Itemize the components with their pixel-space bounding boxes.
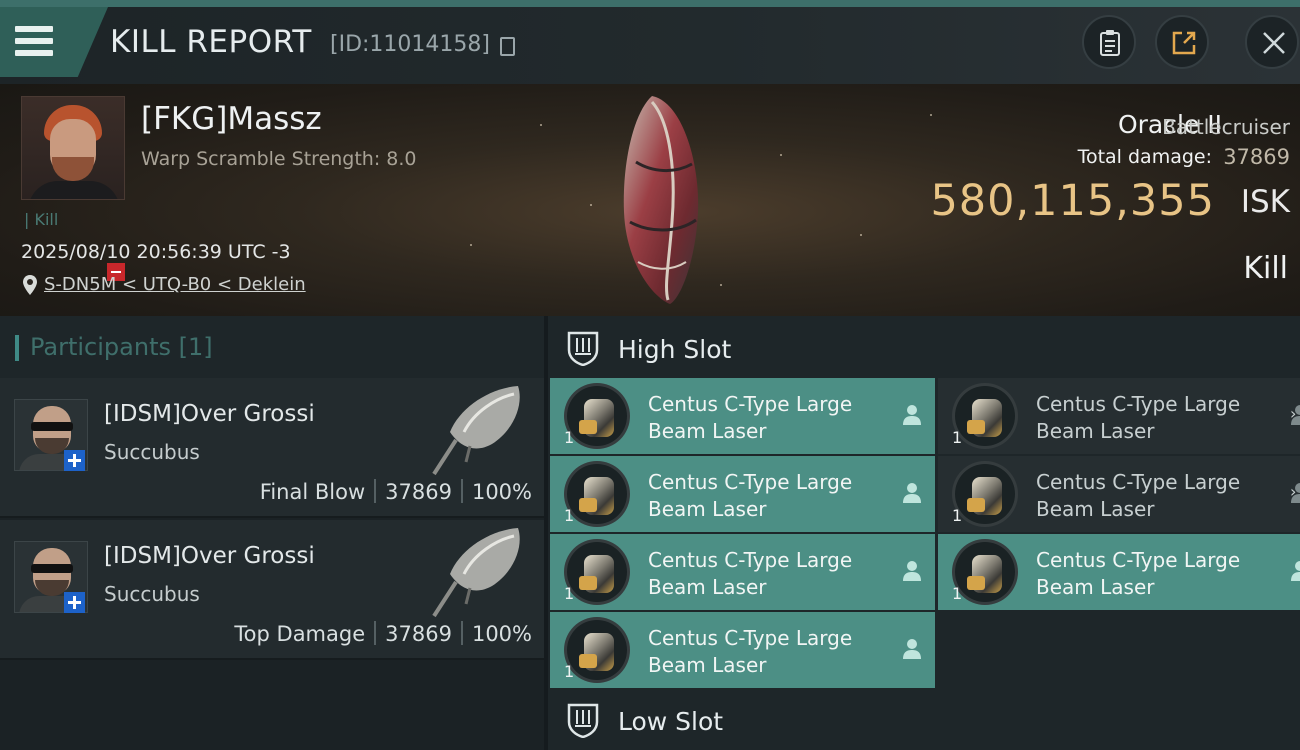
- high-slot-header[interactable]: High Slot: [548, 316, 1300, 378]
- report-id: [ID:11014158]: [330, 32, 490, 57]
- victim-name[interactable]: [FKG]Massz: [141, 101, 322, 137]
- participant-damage: 37869: [385, 622, 452, 646]
- module-name-line1: Centus C-Type Large: [1036, 470, 1241, 494]
- location-link[interactable]: S-DN5M < UTQ-B0 < Deklein: [44, 274, 306, 295]
- top-accent-line: [0, 0, 1300, 7]
- user-icon: [903, 405, 921, 425]
- total-damage-value: 37869: [1223, 145, 1290, 169]
- module-tile[interactable]: 1 Centus C-Type Large Beam Laser: [550, 612, 935, 688]
- victim-banner: [FKG]Massz Warp Scramble Strength: 8.0 |…: [0, 84, 1300, 316]
- copy-icon[interactable]: [500, 37, 515, 56]
- isk-unit: ISK: [1240, 184, 1290, 220]
- participants-title: Participants [1]: [30, 333, 213, 361]
- module-tile[interactable]: 1 Centus C-Type Large Beam Laser: [938, 378, 1300, 454]
- module-name-line2: Beam Laser: [1036, 575, 1155, 599]
- module-name: Centus C-Type Large Beam Laser: [648, 469, 888, 523]
- scroll-arrow-icon[interactable]: ›: [1290, 404, 1296, 423]
- module-tile[interactable]: 1 Centus C-Type Large Beam Laser: [550, 378, 935, 454]
- participant-row[interactable]: [IDSM]Over Grossi Succubus Final Blow 378…: [0, 378, 544, 518]
- module-name-line2: Beam Laser: [648, 653, 767, 677]
- module-name-line1: Centus C-Type Large: [1036, 548, 1241, 572]
- low-slot-title: Low Slot: [618, 707, 724, 736]
- module-quantity: 1: [564, 506, 575, 525]
- module-name-line1: Centus C-Type Large: [1036, 392, 1241, 416]
- module-name-line2: Beam Laser: [648, 497, 767, 521]
- module-name-line2: Beam Laser: [1036, 497, 1155, 521]
- module-name-line2: Beam Laser: [1036, 419, 1155, 443]
- module-name-line1: Centus C-Type Large: [648, 392, 853, 416]
- module-name-line2: Beam Laser: [648, 419, 767, 443]
- module-name-line1: Centus C-Type Large: [648, 548, 853, 572]
- participant-role: Top Damage: [234, 622, 366, 646]
- victim-stat: Warp Scramble Strength: 8.0: [141, 148, 417, 170]
- close-button[interactable]: [1245, 15, 1299, 69]
- isk-value: 580,115,355: [930, 176, 1215, 226]
- victim-portrait[interactable]: [21, 96, 125, 200]
- kill-datetime: 2025/08/10 20:56:39 UTC -3: [21, 241, 291, 263]
- top-bar: KILL REPORT [ID:11014158]: [0, 0, 1300, 84]
- participant-percent: 100%: [471, 480, 532, 504]
- high-slot-title: High Slot: [618, 335, 732, 364]
- module-name-line1: Centus C-Type Large: [648, 626, 853, 650]
- module-quantity: 1: [564, 662, 575, 681]
- participant-row[interactable]: [IDSM]Over Grossi Succubus Top Damage 378…: [0, 520, 544, 660]
- participant-stats: Top Damage 37869 100%: [234, 621, 532, 646]
- module-quantity: 1: [952, 584, 963, 603]
- module-quantity: 1: [564, 428, 575, 447]
- module-name: Centus C-Type Large Beam Laser: [648, 391, 888, 445]
- kill-tag: | Kill: [24, 210, 59, 229]
- total-damage-label: Total damage:: [1077, 146, 1212, 168]
- module-tile[interactable]: 1 Centus C-Type Large Beam Laser: [938, 456, 1300, 532]
- notes-button[interactable]: [1082, 15, 1136, 69]
- menu-button[interactable]: [0, 7, 108, 77]
- participant-percent: 100%: [471, 622, 532, 646]
- module-name: Centus C-Type Large Beam Laser: [648, 547, 888, 601]
- kill-result: Kill: [1243, 251, 1288, 286]
- victim-ship-class: Battlecruiser: [1162, 115, 1290, 139]
- participant-ship: Succubus: [104, 440, 200, 464]
- participant-name[interactable]: [IDSM]Over Grossi: [104, 401, 315, 427]
- module-quantity: 1: [564, 584, 575, 603]
- participant-ship-icon: [432, 386, 520, 476]
- participant-damage: 37869: [385, 480, 452, 504]
- user-icon: [903, 561, 921, 581]
- participant-role: Final Blow: [259, 480, 366, 504]
- share-button[interactable]: [1155, 15, 1209, 69]
- participant-ship-icon: [432, 528, 520, 618]
- module-tile[interactable]: 1 Centus C-Type Large Beam Laser: [550, 456, 935, 532]
- module-name-line2: Beam Laser: [648, 575, 767, 599]
- module-quantity: 1: [952, 506, 963, 525]
- module-quantity: 1: [952, 428, 963, 447]
- low-slot-header[interactable]: Low Slot: [548, 688, 1300, 750]
- standing-positive-icon: [64, 450, 85, 471]
- high-slot-icon: [567, 331, 599, 366]
- standing-positive-icon: [64, 592, 85, 613]
- module-name: Centus C-Type Large Beam Laser: [1036, 469, 1276, 523]
- module-name: Centus C-Type Large Beam Laser: [648, 625, 888, 679]
- participant-stats: Final Blow 37869 100%: [260, 479, 532, 504]
- module-name: Centus C-Type Large Beam Laser: [1036, 547, 1276, 601]
- module-tile[interactable]: 1 Centus C-Type Large Beam Laser: [938, 534, 1300, 610]
- scroll-arrow-icon[interactable]: ›: [1290, 482, 1296, 501]
- notes-icon: [1100, 30, 1120, 56]
- user-icon: [1291, 561, 1300, 581]
- user-icon: [903, 483, 921, 503]
- low-slot-icon: [567, 703, 599, 738]
- fittings-panel: High Slot 1 Centus C-Type Large Beam Laser…: [548, 316, 1300, 750]
- participant-name[interactable]: [IDSM]Over Grossi: [104, 543, 315, 569]
- module-name-line1: Centus C-Type Large: [648, 470, 853, 494]
- victim-ship-image: [623, 96, 699, 304]
- user-icon: [903, 639, 921, 659]
- module-tile[interactable]: 1 Centus C-Type Large Beam Laser: [550, 534, 935, 610]
- participants-header: Participants [1]: [0, 316, 544, 378]
- participants-panel: Participants [1] [IDSM]Over Grossi Succu…: [0, 316, 544, 750]
- share-icon: [1172, 31, 1196, 55]
- close-icon: [1263, 32, 1285, 54]
- menu-icon: [15, 26, 53, 62]
- location-pin-icon: [23, 275, 37, 295]
- module-name: Centus C-Type Large Beam Laser: [1036, 391, 1276, 445]
- participants-accent-bar: [15, 335, 19, 361]
- participant-ship: Succubus: [104, 582, 200, 606]
- page-title: KILL REPORT: [110, 24, 312, 60]
